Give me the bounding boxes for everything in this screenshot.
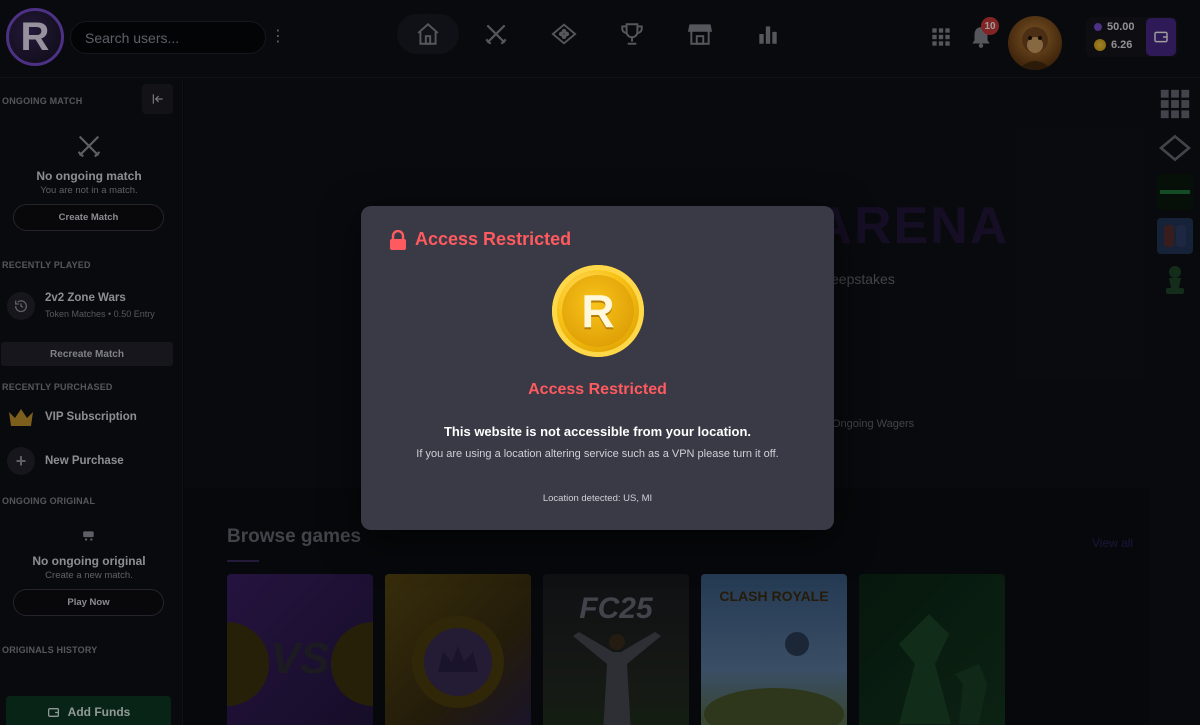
modal-subtitle: Access Restricted bbox=[528, 381, 667, 398]
modal-title: Access Restricted bbox=[415, 229, 572, 249]
modal-message: This website is not accessible from your… bbox=[443, 424, 752, 439]
lock-icon bbox=[390, 229, 406, 250]
r-coin-icon: R bbox=[552, 265, 644, 357]
modal-vpn-note: If you are using a location altering ser… bbox=[416, 448, 779, 460]
access-restricted-modal: Access Restricted R Access Restricted Th… bbox=[361, 206, 834, 530]
modal-header: Access Restricted bbox=[389, 229, 571, 250]
coin-face: R bbox=[562, 275, 634, 347]
coin-letter: R bbox=[581, 285, 615, 337]
modal-location: Location detected: US, MI bbox=[542, 493, 653, 504]
